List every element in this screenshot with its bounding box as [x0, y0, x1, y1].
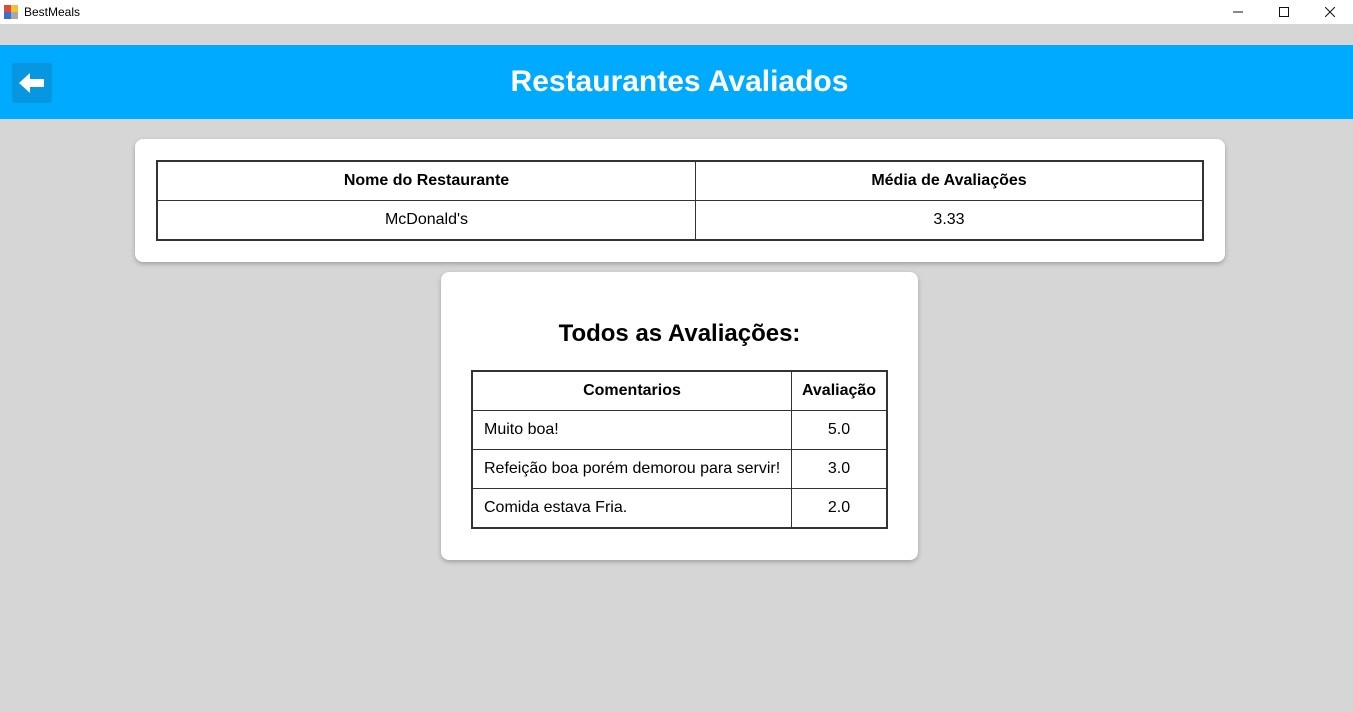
restaurant-summary-table: Nome do Restaurante Média de Avaliações … [156, 160, 1204, 241]
column-header-rating: Avaliação [791, 370, 888, 411]
rating-cell: 5.0 [791, 410, 888, 450]
restaurant-name-cell: McDonald's [156, 200, 696, 241]
window-title: BestMeals [24, 5, 81, 19]
page-header: Restaurantes Avaliados [0, 45, 1353, 119]
table-row[interactable]: Comida estava Fria. 2.0 [471, 488, 888, 529]
minimize-icon[interactable] [1215, 0, 1261, 24]
average-rating-cell: 3.33 [695, 200, 1204, 241]
column-header-average-rating: Média de Avaliações [695, 160, 1204, 201]
window-title-bar: BestMeals [0, 0, 1353, 24]
reviews-heading: Todos as Avaliações: [558, 320, 801, 347]
reviews-card: Todos as Avaliações: Comentarios Avaliaç… [441, 272, 918, 560]
comment-cell: Comida estava Fria. [471, 488, 792, 529]
window-controls [1215, 0, 1353, 24]
rating-cell: 3.0 [791, 449, 888, 489]
maximize-icon[interactable] [1261, 0, 1307, 24]
reviews-table: Comentarios Avaliação Muito boa! 5.0 Ref… [471, 370, 888, 529]
table-header-row: Comentarios Avaliação [471, 370, 888, 411]
table-row[interactable]: Refeição boa porém demorou para servir! … [471, 449, 888, 489]
rating-cell: 2.0 [791, 488, 888, 529]
column-header-restaurant-name: Nome do Restaurante [156, 160, 696, 201]
page-title: Restaurantes Avaliados [510, 65, 849, 98]
app-icon [4, 5, 18, 19]
close-icon[interactable] [1307, 0, 1353, 24]
table-header-row: Nome do Restaurante Média de Avaliações [156, 160, 1204, 201]
summary-card: Nome do Restaurante Média de Avaliações … [135, 139, 1225, 262]
table-row[interactable]: McDonald's 3.33 [156, 200, 1204, 241]
comment-cell: Refeição boa porém demorou para servir! [471, 449, 792, 489]
table-row[interactable]: Muito boa! 5.0 [471, 410, 888, 450]
comment-cell: Muito boa! [471, 410, 792, 450]
column-header-comments: Comentarios [471, 370, 792, 411]
